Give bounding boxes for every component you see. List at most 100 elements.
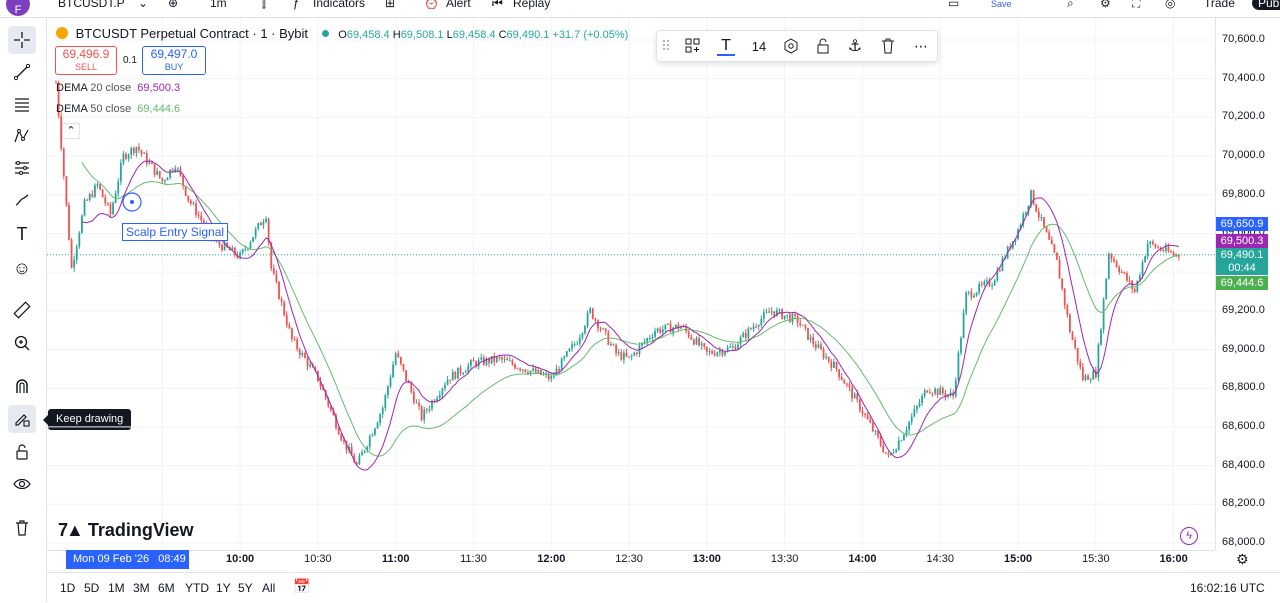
candle-body [589, 308, 592, 313]
indicator-legend-dema20[interactable]: DEMA 20 close 69,500.3 [56, 82, 180, 94]
price-chart[interactable] [47, 18, 1215, 550]
candle [241, 248, 244, 255]
drag-handle-icon[interactable]: ⠿ [659, 34, 673, 58]
candle-body [93, 185, 96, 197]
indicator-legend-dema50[interactable]: DEMA 50 close 69,444.6 [56, 103, 180, 115]
candle [1149, 240, 1152, 249]
range-button-3m[interactable]: 3M [133, 581, 150, 595]
ruler-icon[interactable] [8, 296, 36, 324]
range-button-1m[interactable]: 1M [108, 581, 125, 595]
emoji-icon[interactable]: ☺ [8, 254, 36, 282]
scalp-entry-annotation[interactable]: Scalp Entry Signal [122, 223, 229, 241]
buy-button[interactable]: 69,497.0 BUY [142, 46, 206, 75]
chevron-down-icon[interactable]: ⌄ [138, 0, 148, 10]
crosshair-icon[interactable] [8, 26, 36, 54]
candle-body [664, 324, 667, 330]
indicators-button[interactable]: Indicators [313, 0, 365, 10]
trend-line-icon[interactable] [8, 58, 36, 86]
candle [457, 367, 459, 379]
magnet-icon[interactable] [8, 372, 36, 400]
range-button-1d[interactable]: 1D [60, 581, 75, 595]
trash-icon[interactable] [8, 514, 36, 542]
candle [993, 279, 996, 286]
publish-button[interactable]: Pub [1252, 0, 1280, 10]
candle-body [625, 352, 628, 357]
templates-icon[interactable]: ⊞ [385, 0, 395, 10]
time-label: 12:30 [615, 553, 643, 565]
candle [604, 328, 607, 336]
replay-button[interactable]: Replay [513, 0, 550, 10]
range-button-1y[interactable]: 1Y [216, 581, 231, 595]
candle [428, 405, 431, 413]
trade-button[interactable]: Trade [1204, 0, 1235, 10]
candle [387, 385, 389, 399]
candle-body [591, 308, 594, 319]
settings-icon[interactable]: ⚙ [1100, 0, 1111, 10]
candle-body [469, 360, 472, 366]
compare-icon[interactable]: ⊕ [168, 0, 178, 10]
range-button-ytd[interactable]: YTD [185, 581, 209, 595]
text-color-icon[interactable]: T [714, 34, 738, 58]
buy-label: BUY [164, 62, 184, 72]
sell-button[interactable]: 69,496.9 SELL [55, 46, 117, 75]
candle-body [127, 154, 130, 159]
candle-body [734, 346, 737, 350]
zoom-in-icon[interactable] [8, 329, 36, 357]
lock-icon[interactable] [811, 34, 835, 58]
pattern-icon[interactable] [8, 122, 36, 150]
candle [571, 340, 573, 352]
candle-body [903, 434, 905, 441]
anchor-icon[interactable]: ⚓ [843, 34, 867, 58]
candle-body [78, 232, 81, 247]
keep-drawing-icon[interactable] [8, 405, 36, 433]
utc-clock[interactable]: 16:02:16 UTC [1190, 581, 1265, 595]
date-range-calendar-icon[interactable]: 📅 [293, 578, 310, 595]
candle-body [651, 336, 654, 339]
candle [949, 388, 952, 398]
brush-icon[interactable] [8, 186, 36, 214]
candle-body [957, 352, 960, 381]
candle [1066, 303, 1069, 318]
candle [801, 324, 804, 326]
candle [724, 351, 726, 357]
collapse-legend-icon[interactable]: ⌃ [62, 123, 80, 139]
lock-icon[interactable] [8, 438, 36, 466]
text-icon[interactable]: T [8, 220, 36, 248]
candle [1040, 213, 1043, 222]
forecast-icon[interactable] [8, 154, 36, 182]
candle-body [101, 189, 104, 198]
user-avatar[interactable]: F [6, 0, 30, 16]
snapshot-icon[interactable]: ◎ [1165, 0, 1175, 10]
save-button[interactable]: Save [991, 0, 1012, 9]
settings-icon[interactable] [779, 34, 803, 58]
eye-icon[interactable] [8, 470, 36, 498]
candle [799, 318, 802, 328]
candle-body [874, 430, 877, 432]
range-button-all[interactable]: All [262, 581, 275, 595]
lightning-icon[interactable]: ϟ [1180, 527, 1198, 545]
interval-button[interactable]: 1m [210, 0, 227, 10]
candle-body [604, 328, 607, 332]
search-icon[interactable]: ⌕ [1067, 0, 1074, 11]
trash-icon[interactable] [876, 34, 900, 58]
templates-icon[interactable] [681, 34, 705, 58]
candle [112, 201, 114, 216]
candle-body [970, 291, 973, 298]
fullscreen-icon[interactable]: ⛶ [1132, 0, 1140, 11]
font-size-button[interactable]: 14 [747, 34, 771, 58]
candles-icon[interactable]: ⫿ [262, 0, 266, 11]
axis-settings-icon[interactable]: ⚙ [1236, 551, 1249, 568]
layout-icon[interactable]: ▭ [948, 0, 959, 10]
symbol-search-button[interactable]: BTCUSDT.P [58, 0, 125, 10]
candle-body [765, 311, 768, 313]
candle-body [480, 357, 483, 360]
price-label: 69,800.0 [1222, 187, 1265, 200]
range-button-6m[interactable]: 6M [158, 581, 175, 595]
symbol-legend[interactable]: BTCUSDT Perpetual Contract · 1 · Bybit O… [56, 26, 628, 41]
range-button-5d[interactable]: 5D [84, 581, 99, 595]
range-button-5y[interactable]: 5Y [238, 581, 253, 595]
more-icon[interactable]: ⋯ [909, 34, 933, 58]
candle [148, 158, 151, 165]
fib-retracement-icon[interactable] [8, 90, 36, 118]
alert-button[interactable]: Alert [446, 0, 471, 10]
